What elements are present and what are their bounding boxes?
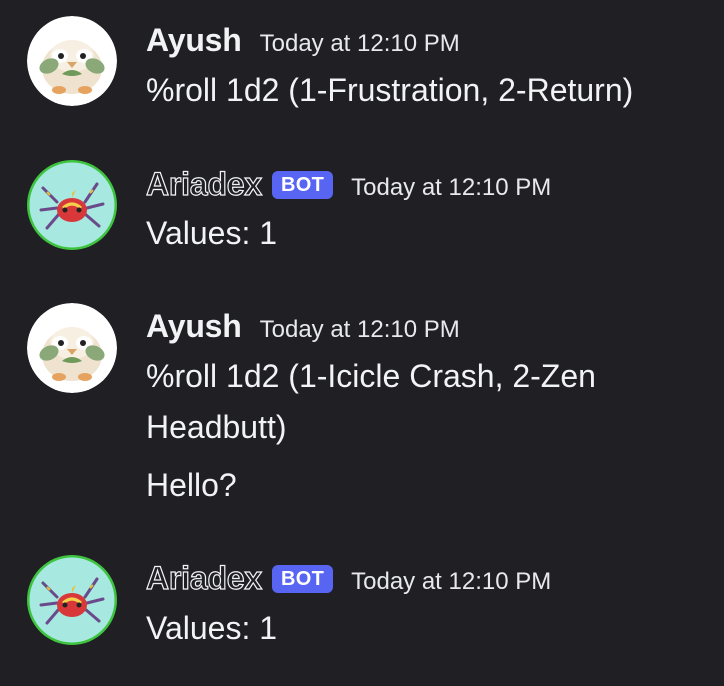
message-text: Values: 1 [146, 610, 278, 646]
timestamp[interactable]: Today at 12:10 PM [351, 174, 551, 202]
bot-username[interactable]: Ariadex [145, 165, 262, 203]
user-avatar[interactable] [27, 16, 117, 106]
message-text: %roll 1d2 (1-Frustration, 2-Return) [146, 72, 634, 108]
timestamp[interactable]: Today at 12:10 PM [260, 30, 460, 58]
timestamp[interactable]: Today at 12:10 PM [351, 568, 551, 596]
timestamp[interactable]: Today at 12:10 PM [260, 316, 460, 344]
message-text: %roll 1d2 (1-Icicle Crash, 2-Zen [146, 358, 596, 394]
message-header: Ayush Today at 12:10 PM [146, 22, 460, 62]
bot-badge: BOT [272, 171, 334, 199]
message-header: Ariadex BOT Today at 12:10 PM [145, 165, 551, 206]
ariados-icon [27, 160, 117, 250]
rowlet-icon [27, 16, 117, 106]
rowlet-icon [27, 303, 117, 393]
message-text: Headbutt) [146, 409, 287, 445]
bot-avatar[interactable] [27, 555, 117, 645]
ariados-icon [27, 555, 117, 645]
message-header: Ayush Today at 12:10 PM [146, 308, 460, 348]
username[interactable]: Ayush [146, 308, 242, 345]
user-avatar[interactable] [27, 303, 117, 393]
chat-message-list: Ayush Today at 12:10 PM %roll 1d2 (1-Fru… [0, 0, 724, 686]
bot-avatar[interactable] [27, 160, 117, 250]
message-text: Values: 1 [146, 215, 278, 251]
message-header: Ariadex BOT Today at 12:10 PM [145, 559, 551, 600]
username[interactable]: Ayush [146, 22, 242, 59]
bot-username[interactable]: Ariadex [145, 559, 262, 597]
bot-badge: BOT [272, 565, 334, 593]
message-text: Hello? [146, 467, 237, 503]
